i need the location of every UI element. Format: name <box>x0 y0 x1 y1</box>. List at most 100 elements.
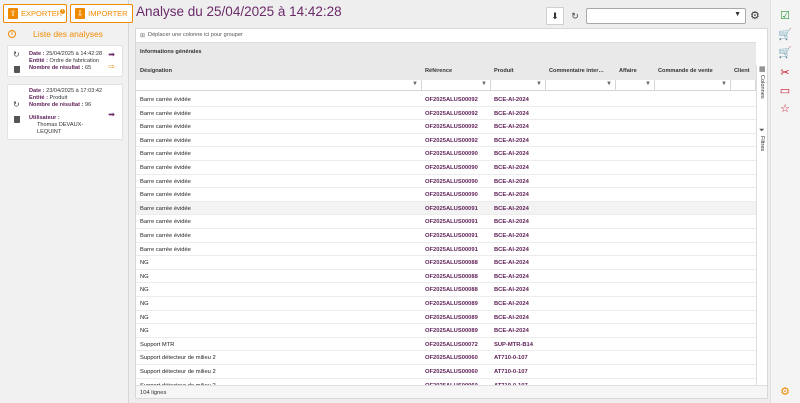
table-row[interactable]: Barre carrée évidée OF2025ALUS00090 BCE-AI… <box>136 188 756 202</box>
tools-icon[interactable]: ✂ <box>779 66 791 79</box>
tab-columns-label: Colonnes <box>759 75 765 99</box>
cell-designation: NG <box>140 328 149 335</box>
table-row[interactable]: Barre carrée évidée OF2025ALUS00091 BCE-AI… <box>136 215 756 229</box>
table-row[interactable]: NG OF2025ALUS00088 BCE-AI-2024 <box>136 256 756 270</box>
open-outline-arrow-icon[interactable]: ⇨ <box>108 62 115 71</box>
open-arrow-icon[interactable]: ➡ <box>108 50 115 59</box>
table-row[interactable]: NG OF2025ALUS00089 BCE-AI-2024 <box>136 297 756 311</box>
cell-designation: Barre carrée évidée <box>140 233 191 239</box>
download-button[interactable]: ⬇ <box>546 7 564 25</box>
table-row[interactable]: Barre carrée évidée OF2025ALUS00091 BCE-AI… <box>136 229 756 243</box>
import-icon: ⇩ <box>75 8 86 19</box>
cell-produit: BCE-AI-2024 <box>494 137 529 144</box>
table-row[interactable]: Barre carrée évidée OF2025ALUS00091 BCE-AI… <box>136 243 756 257</box>
table-row[interactable]: Support détecteur de milieu 2 OF2025ALUS0… <box>136 351 756 365</box>
table-row[interactable]: NG OF2025ALUS00089 BCE-AI-2024 <box>136 311 756 325</box>
cell-reference: OF2025ALUS00092 <box>425 137 478 144</box>
trash-icon[interactable] <box>14 116 20 123</box>
cell-produit: BCE-AI-2024 <box>494 178 529 185</box>
refresh-icon[interactable]: ↻ <box>13 50 20 59</box>
cell-reference: OF2025ALUS00090 <box>425 192 478 199</box>
cell-reference: OF2025ALUS00091 <box>425 233 478 239</box>
filter-produit[interactable]: ▼ <box>491 80 546 91</box>
filter-affaire[interactable]: ▼ <box>616 80 655 91</box>
export-label: EXPORTER <box>21 9 63 18</box>
table-row[interactable]: Barre carrée évidée OF2025ALUS00092 BCE-AI… <box>136 120 756 134</box>
filter-icon: ▼ <box>536 81 542 87</box>
cell-produit: BCE-AI-2024 <box>494 328 529 335</box>
filter-commentaire[interactable]: ▼ <box>546 80 616 91</box>
export-icon: ⇪ <box>8 8 18 19</box>
group-panel[interactable]: ⊞ Déplacer une colonne ici pour grouper <box>136 29 756 41</box>
cart-check-icon[interactable]: 🛒 <box>778 28 792 41</box>
table-row[interactable]: NG OF2025ALUS00088 BCE-AI-2024 <box>136 270 756 284</box>
gear-icon[interactable]: ⚙ <box>750 9 760 22</box>
cell-designation: NG <box>140 301 149 307</box>
cell-designation: NG <box>140 273 149 280</box>
refresh-icon: ↻ <box>571 10 579 21</box>
download-icon: ⬇ <box>551 10 559 21</box>
cell-produit: BCE-AI-2024 <box>494 301 529 307</box>
cell-reference: OF2025ALUS00091 <box>425 205 478 212</box>
table-row[interactable]: Barre carrée évidée OF2025ALUS00090 BCE-AI… <box>136 147 756 161</box>
table-row[interactable]: Barre carrée évidée OF2025ALUS00090 BCE-AI… <box>136 161 756 175</box>
cell-produit: BCE-AI-2024 <box>494 110 529 117</box>
filter-designation[interactable]: ▼ <box>136 80 422 91</box>
column-header-affaire[interactable]: Affaire <box>619 68 637 74</box>
refresh-icon[interactable]: ↻ <box>13 100 20 109</box>
cell-reference: OF2025ALUS00088 <box>425 287 478 294</box>
column-header-client[interactable]: Client <box>734 68 750 74</box>
analysis-select[interactable]: ▼ <box>586 8 746 24</box>
filter-reference[interactable]: ▼ <box>422 80 491 91</box>
export-button[interactable]: ⇪ EXPORTER ! <box>3 4 68 23</box>
cell-produit: BCE-AI-2024 <box>494 205 529 212</box>
chevron-down-icon: ▼ <box>734 11 741 18</box>
column-header-reference[interactable]: Référence <box>425 68 452 74</box>
cell-reference: OF2025ALUS00092 <box>425 124 478 131</box>
table-row[interactable]: NG OF2025ALUS00088 BCE-AI-2024 <box>136 283 756 297</box>
filter-icon: ▼ <box>606 81 612 87</box>
table-row[interactable]: Barre carrée évidée OF2025ALUS00091 BCE-AI… <box>136 201 756 216</box>
analysis-card[interactable]: ↻ Date : 25/04/2025 à 14:42:28 Entité : … <box>7 45 123 77</box>
star-icon[interactable]: ☆ <box>779 102 791 115</box>
table-row[interactable]: Barre carrée évidée OF2025ALUS00092 BCE-AI… <box>136 134 756 148</box>
cell-reference: OF2025ALUS00089 <box>425 314 478 321</box>
document-check-icon[interactable]: ☑ <box>779 9 791 22</box>
trash-icon[interactable] <box>14 66 20 73</box>
column-header-designation[interactable]: Désignation <box>140 68 172 74</box>
table-row[interactable]: Barre carrée évidée OF2025ALUS00092 BCE-AI… <box>136 93 756 107</box>
cell-produit: BCE-AI-2024 <box>494 151 529 158</box>
refresh-button[interactable]: ↻ <box>567 7 583 25</box>
cell-produit: BCE-AI-2024 <box>494 273 529 280</box>
cell-produit: BCE-AI-2024 <box>494 192 529 199</box>
cell-reference: OF2025ALUS00060 <box>425 369 478 375</box>
analysis-date: Date : 25/04/2025 à 14:42:28 <box>29 51 103 57</box>
analysis-date: Date : 23/04/2025 à 17:03:42 <box>29 88 103 94</box>
table-row[interactable]: NG OF2025ALUS00089 BCE-AI-2024 <box>136 324 756 338</box>
cell-produit: AT710-0-107 <box>494 355 528 362</box>
cell-designation: Barre carrée évidée <box>140 165 191 171</box>
import-button[interactable]: ⇩ IMPORTER <box>70 4 133 23</box>
table-row[interactable]: Barre carrée évidée OF2025ALUS00090 BCE-AI… <box>136 175 756 189</box>
filter-client[interactable] <box>731 80 756 91</box>
cell-reference: OF2025ALUS00092 <box>425 97 478 103</box>
folder-export-icon[interactable]: ▭ <box>779 84 791 97</box>
analysis-count: Nombre de résultat : 96 <box>29 102 92 108</box>
filter-commande[interactable]: ▼ <box>655 80 731 91</box>
table-row[interactable]: Support MTR OF2025ALUS00072 SUP-MTR-B14 <box>136 338 756 352</box>
column-header-commentaire[interactable]: Commentaire inter… <box>549 68 604 74</box>
group-icon: ⊞ <box>140 32 146 39</box>
cell-produit: BCE-AI-2024 <box>494 219 529 226</box>
column-header-commande[interactable]: Commande de vente <box>658 68 713 74</box>
column-header-produit[interactable]: Produit <box>494 68 514 74</box>
table-row[interactable]: Support détecteur de milieu 2 OF2025ALUS0… <box>136 365 756 379</box>
analysis-card[interactable]: ↻ Date : 23/04/2025 à 17:03:42 Entité : … <box>7 84 123 140</box>
cart-remove-icon[interactable]: 🛒 <box>778 46 792 59</box>
table-row[interactable]: Barre carrée évidée OF2025ALUS00092 BCE-AI… <box>136 107 756 121</box>
cell-designation: Barre carrée évidée <box>140 246 191 253</box>
cell-produit: BCE-AI-2024 <box>494 260 529 267</box>
cell-reference: OF2025ALUS00060 <box>425 355 478 362</box>
data-grid: ⊞ Déplacer une colonne ici pour grouper … <box>135 28 768 399</box>
open-arrow-icon[interactable]: ➡ <box>108 110 115 119</box>
settings-icon[interactable]: ⚙ <box>779 385 791 398</box>
